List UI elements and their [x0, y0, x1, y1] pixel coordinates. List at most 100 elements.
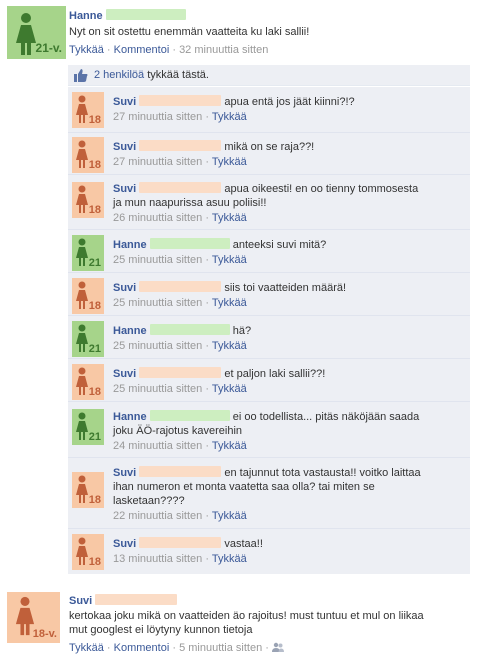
- comment-time[interactable]: 27 minuuttia sitten: [113, 111, 202, 123]
- comment-time[interactable]: 22 minuuttia sitten: [113, 510, 202, 522]
- redacted-surname: [139, 367, 222, 378]
- comment-time[interactable]: 25 minuuttia sitten: [113, 254, 202, 266]
- comment-text-line3: lasketaan????: [113, 495, 185, 507]
- like-link[interactable]: Tykkää: [212, 340, 247, 352]
- comment-item: 18 Suvi siis toi vaatteiden määrä! 25 mi…: [68, 272, 470, 315]
- post-author[interactable]: Hanne: [69, 10, 103, 22]
- age-badge: 18: [88, 204, 101, 216]
- comment-time[interactable]: 13 minuuttia sitten: [113, 553, 202, 565]
- comment-author[interactable]: Hanne: [113, 411, 147, 423]
- comment-text: siis toi vaatteiden määrä!: [224, 282, 347, 294]
- woman-figure-icon: [76, 324, 88, 352]
- like-link[interactable]: Tykkää: [212, 297, 247, 309]
- comment-link[interactable]: Kommentoi: [114, 44, 170, 56]
- comment-item: 18 Suvi en tajunnut tota vastausta!! voi…: [68, 457, 470, 528]
- comment-thread: 18 Suvi apua entä jos jäät kiinni?!? 27 …: [68, 87, 470, 574]
- comment-time[interactable]: 26 minuuttia sitten: [113, 212, 202, 224]
- post-text: kertokaa joku mikä on vaatteiden äo rajo…: [69, 610, 424, 622]
- comment-author[interactable]: Hanne: [113, 325, 147, 337]
- like-link[interactable]: Tykkää: [212, 383, 247, 395]
- post-hanne: 21-v. Hanne Nyt on sit ostettu enemmän v…: [0, 0, 489, 60]
- woman-figure-icon: [76, 475, 88, 503]
- age-badge: 18: [88, 386, 101, 398]
- redacted-surname: [95, 594, 178, 605]
- redacted-surname: [139, 466, 222, 477]
- avatar-hanne[interactable]: 21: [72, 409, 104, 445]
- comment-author[interactable]: Suvi: [113, 368, 136, 380]
- like-link[interactable]: Tykkää: [212, 156, 247, 168]
- comment-text: vastaa!!: [224, 538, 263, 550]
- thumbs-up-icon: [74, 69, 88, 82]
- post-text-line2: mut googlest ei löytyny kunnon tietoja: [69, 624, 253, 636]
- redacted-surname: [139, 95, 222, 106]
- comment-time[interactable]: 24 minuuttia sitten: [113, 440, 202, 452]
- avatar-suvi[interactable]: 18: [72, 92, 104, 128]
- likes-count-link[interactable]: 2 henkilöä: [94, 69, 144, 81]
- redacted-surname: [139, 140, 222, 151]
- comment-time[interactable]: 25 minuuttia sitten: [113, 383, 202, 395]
- avatar-suvi-large[interactable]: 18-v.: [7, 592, 60, 643]
- woman-figure-icon: [76, 537, 88, 565]
- post-author[interactable]: Suvi: [69, 595, 92, 607]
- comment-author[interactable]: Suvi: [113, 96, 136, 108]
- age-badge: 18: [88, 300, 101, 312]
- like-link[interactable]: Tykkää: [69, 44, 104, 56]
- woman-figure-icon: [76, 140, 88, 168]
- age-badge: 21-v.: [35, 41, 62, 55]
- comment-author[interactable]: Suvi: [113, 467, 136, 479]
- post-time[interactable]: 5 minuuttia sitten: [179, 642, 262, 654]
- comment-text: apua oikeesti! en oo tienny tommosesta: [224, 183, 419, 195]
- likes-bar: 2 henkilöä tykkää tästä.: [68, 65, 470, 86]
- comment-time[interactable]: 27 minuuttia sitten: [113, 156, 202, 168]
- age-badge: 18-v.: [32, 628, 57, 640]
- age-badge: 21: [88, 257, 101, 269]
- friends-audience-icon[interactable]: [272, 642, 284, 653]
- age-badge: 18: [88, 114, 101, 126]
- like-link[interactable]: Tykkää: [212, 111, 247, 123]
- comment-author[interactable]: Suvi: [113, 538, 136, 550]
- redacted-surname: [149, 410, 230, 421]
- comment-author[interactable]: Suvi: [113, 141, 136, 153]
- woman-figure-icon: [76, 412, 88, 440]
- redacted-surname: [105, 9, 186, 20]
- comment-link[interactable]: Kommentoi: [114, 642, 170, 654]
- post-meta: Tykkää · Kommentoi · 32 minuuttia sitten: [69, 44, 269, 56]
- avatar-suvi[interactable]: 18: [72, 137, 104, 173]
- avatar-suvi[interactable]: 18: [72, 364, 104, 400]
- avatar-suvi[interactable]: 18: [72, 278, 104, 314]
- post-text: Nyt on sit ostettu enemmän vaatteita ku …: [69, 26, 310, 38]
- avatar-suvi[interactable]: 18: [72, 534, 104, 570]
- comment-text-line2: ja mun naapurissa asuu poliisi!!: [113, 197, 267, 209]
- like-link[interactable]: Tykkää: [212, 212, 247, 224]
- avatar-hanne[interactable]: 21: [72, 235, 104, 271]
- comment-author[interactable]: Suvi: [113, 183, 136, 195]
- comment-item: 21 Hanne anteeksi suvi mitä? 25 minuutti…: [68, 229, 470, 272]
- comment-time[interactable]: 25 minuuttia sitten: [113, 297, 202, 309]
- post-time[interactable]: 32 minuuttia sitten: [179, 44, 268, 56]
- redacted-surname: [149, 238, 230, 249]
- age-badge: 21: [88, 343, 101, 355]
- like-link[interactable]: Tykkää: [212, 440, 247, 452]
- like-link[interactable]: Tykkää: [69, 642, 104, 654]
- woman-figure-icon: [76, 281, 88, 309]
- avatar-suvi[interactable]: 18: [72, 472, 104, 508]
- comment-item: 18 Suvi mikä on se raja??! 27 minuuttia …: [68, 132, 470, 174]
- comment-text: en tajunnut tota vastausta!! voitko lait…: [224, 467, 421, 479]
- avatar-hanne[interactable]: 21: [72, 321, 104, 357]
- comment-text-line2: ihan numeron et monta vaatetta saa olla?…: [113, 481, 375, 493]
- avatar-hanne[interactable]: 21-v.: [7, 6, 66, 59]
- comment-author[interactable]: Suvi: [113, 282, 136, 294]
- avatar-suvi[interactable]: 18: [72, 182, 104, 218]
- comment-author[interactable]: Hanne: [113, 239, 147, 251]
- comment-time[interactable]: 25 minuuttia sitten: [113, 340, 202, 352]
- post-suvi: Suvi kertokaa joku mikä on vaatteiden äo…: [69, 594, 481, 654]
- like-link[interactable]: Tykkää: [212, 510, 247, 522]
- comment-text: anteeksi suvi mitä?: [232, 239, 327, 251]
- comment-text: et paljon laki sallii??!: [224, 368, 326, 380]
- comment-text: apua entä jos jäät kiinni?!?: [224, 96, 355, 108]
- like-link[interactable]: Tykkää: [212, 553, 247, 565]
- like-link[interactable]: Tykkää: [212, 254, 247, 266]
- likes-suffix: tykkää tästä.: [144, 69, 209, 81]
- woman-figure-icon: [76, 95, 88, 123]
- age-badge: 21: [88, 431, 101, 443]
